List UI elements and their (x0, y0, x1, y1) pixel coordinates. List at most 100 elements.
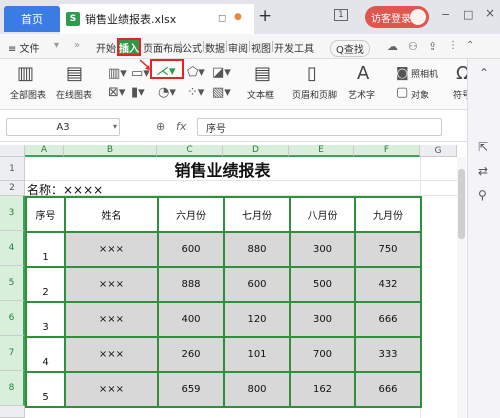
stock-chart-icon[interactable]: ⊠▾ (108, 86, 125, 99)
fx-icon[interactable]: fx (176, 120, 186, 133)
tab-file[interactable]: S 销售业绩报表.xlsx ◻ ● (60, 4, 254, 34)
file-menu[interactable]: ≡ 文件 (8, 40, 40, 55)
all-charts-label[interactable]: 全部图表 (10, 88, 46, 101)
search-box[interactable]: Q查找 (330, 40, 370, 57)
menu-view[interactable]: 视图 (251, 40, 271, 55)
share-icon[interactable]: ⇪ (428, 40, 437, 53)
column-header-b[interactable]: B (64, 145, 157, 157)
camera-label[interactable]: 照相机 (411, 67, 438, 80)
more-options-icon[interactable]: ⋮ (448, 40, 458, 51)
table-cell[interactable]: 5 (25, 371, 66, 408)
row-header-6[interactable]: 6 (0, 301, 25, 336)
scatter-chart-icon[interactable]: ⁘▾ (187, 86, 204, 99)
table-cell[interactable]: 600 (157, 231, 225, 268)
menu-data[interactable]: 数据 (205, 40, 225, 55)
column-header-c[interactable]: C (157, 145, 223, 157)
camera-icon[interactable]: ◙ (396, 67, 409, 80)
select-all-corner[interactable] (0, 145, 25, 157)
menu-more-icon[interactable]: ▾ (54, 40, 59, 51)
menu-formula[interactable]: 公式 (182, 40, 202, 55)
menu-start[interactable]: 开始 (96, 40, 116, 55)
column-header-g[interactable]: G (420, 145, 457, 157)
table-cell[interactable]: 1 (25, 231, 66, 268)
header-footer-icon[interactable]: ▯ (307, 65, 317, 83)
online-charts-label[interactable]: 在线图表 (56, 88, 92, 101)
header-footer-label[interactable]: 页眉和页脚 (292, 88, 337, 101)
name-box[interactable]: A3 (6, 118, 120, 136)
histogram-icon[interactable]: ▮▾ (131, 86, 145, 99)
row-header-5[interactable]: 5 (0, 266, 25, 301)
online-charts-icon[interactable]: ▤ (66, 65, 83, 83)
table-cell[interactable]: 600 (223, 266, 291, 303)
table-cell[interactable]: ××× (64, 301, 159, 338)
radar-chart-icon[interactable]: ⬠▾ (187, 66, 205, 79)
table-cell[interactable]: 666 (354, 371, 422, 408)
row-header-4[interactable]: 4 (0, 231, 25, 266)
pie-chart-icon[interactable]: ◔▾ (158, 86, 176, 99)
row-header-9[interactable] (0, 406, 25, 418)
vertical-scrollbar[interactable] (457, 157, 466, 418)
header-cell[interactable]: 六月份 (157, 196, 225, 233)
menu-developer[interactable]: 开发工具 (274, 40, 314, 55)
new-tab-button[interactable]: + (258, 6, 272, 26)
table-cell[interactable]: 400 (157, 301, 225, 338)
unsaved-dot-icon[interactable]: ● (234, 12, 242, 22)
style-tool-icon[interactable]: ⇄ (478, 165, 488, 177)
sheet-title[interactable]: 销售业绩报表 (25, 157, 420, 181)
row-header-7[interactable]: 7 (0, 336, 25, 371)
object-label[interactable]: 对象 (411, 88, 429, 101)
object-icon[interactable]: ▢ (396, 86, 408, 99)
column-header-d[interactable]: D (223, 145, 289, 157)
menu-insert[interactable]: 插入 (117, 38, 141, 56)
table-cell[interactable]: 120 (223, 301, 291, 338)
tab-home[interactable]: 首页 (4, 6, 60, 32)
maximize-button[interactable]: □ (463, 8, 473, 21)
table-cell[interactable]: ××× (64, 231, 159, 268)
table-cell[interactable]: 300 (289, 231, 356, 268)
name-box-dropdown-icon[interactable]: ▾ (113, 122, 117, 131)
menu-review[interactable]: 审阅 (228, 40, 248, 55)
filter-tool-icon[interactable]: ⚲ (478, 189, 487, 201)
table-cell[interactable]: 500 (289, 266, 356, 303)
row-header-8[interactable]: 8 (0, 371, 25, 406)
select-tool-icon[interactable]: ⇱ (478, 141, 488, 153)
minimize-button[interactable]: − (441, 8, 450, 21)
table-cell[interactable]: 700 (289, 336, 356, 373)
table-cell[interactable]: 888 (157, 266, 225, 303)
word-art-label[interactable]: 艺术字 (348, 88, 375, 101)
visitor-login-button[interactable]: 访客登录 (365, 6, 429, 28)
table-cell[interactable]: 260 (157, 336, 225, 373)
table-cell[interactable]: 432 (354, 266, 422, 303)
table-cell[interactable]: 800 (223, 371, 291, 408)
combo-chart-icon[interactable]: ▧▾ (212, 86, 231, 99)
menu-expand-icon[interactable]: » (74, 40, 80, 51)
table-cell[interactable]: 300 (289, 301, 356, 338)
area-chart-icon[interactable]: ◪▾ (212, 66, 231, 79)
text-box-label[interactable]: 文本框 (247, 88, 274, 101)
word-art-icon[interactable]: A (357, 65, 369, 83)
row-header-1[interactable]: 1 (0, 157, 25, 181)
column-header-f[interactable]: F (354, 145, 420, 157)
monitor-icon[interactable]: ◻ (218, 13, 226, 24)
collapse-ribbon-icon[interactable]: ⌃ (466, 40, 474, 51)
all-charts-icon[interactable]: ▥ (17, 65, 34, 83)
close-button[interactable]: × (485, 6, 495, 20)
table-cell[interactable]: 659 (157, 371, 225, 408)
table-cell[interactable]: 333 (354, 336, 422, 373)
table-cell[interactable]: 162 (289, 371, 356, 408)
table-cell[interactable]: 880 (223, 231, 291, 268)
row-header-3[interactable]: 3 (0, 196, 25, 231)
scrollbar-thumb[interactable] (458, 169, 465, 239)
table-cell[interactable]: 101 (223, 336, 291, 373)
table-cell[interactable]: 2 (25, 266, 66, 303)
menu-scroll-right-icon[interactable]: › (310, 40, 314, 51)
zoom-icon[interactable]: ⊕ (156, 120, 165, 133)
table-cell[interactable]: 750 (354, 231, 422, 268)
collaborate-icon[interactable]: ⚇ (408, 40, 418, 53)
cloud-icon[interactable]: ☁ (387, 40, 398, 53)
column-header-a[interactable]: A (25, 145, 64, 157)
table-cell[interactable]: ××× (64, 371, 159, 408)
column-chart-icon[interactable]: ▥▾ (108, 67, 127, 80)
header-cell[interactable]: 八月份 (289, 196, 356, 233)
table-cell[interactable]: 3 (25, 301, 66, 338)
